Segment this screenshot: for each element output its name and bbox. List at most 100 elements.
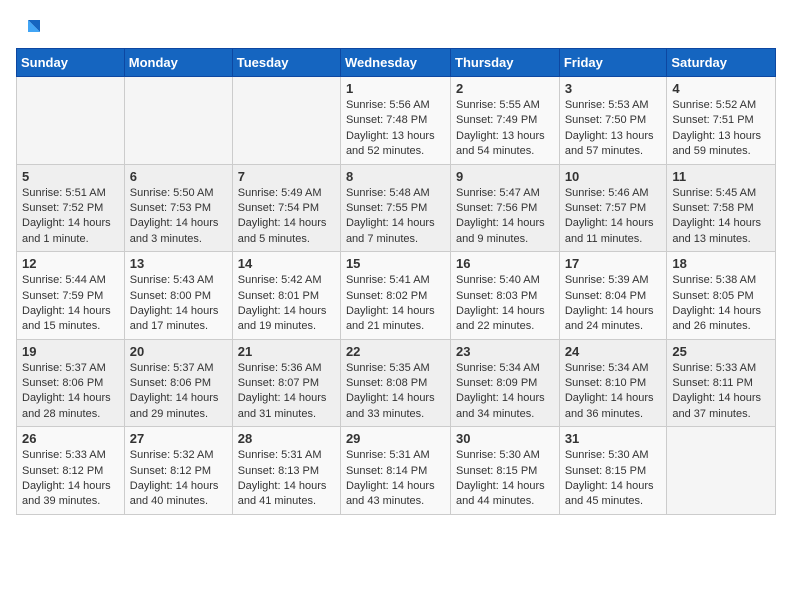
calendar-cell: 24 Sunrise: 5:34 AM Sunset: 8:10 PM Dayli… [559,339,667,427]
column-header-friday: Friday [559,49,667,77]
calendar-cell: 15 Sunrise: 5:41 AM Sunset: 8:02 PM Dayli… [340,252,450,340]
calendar-cell: 28Sunrise: 5:31 AM Sunset: 8:13 PM Dayli… [232,427,340,515]
calendar-cell: 9 Sunrise: 5:47 AM Sunset: 7:56 PM Daylig… [451,164,560,252]
day-number: 21 [238,344,335,359]
day-number: 6 [130,169,227,184]
day-info: Sunrise: 5:46 AM Sunset: 7:57 PM Dayligh… [565,186,662,248]
calendar-cell: 4 Sunrise: 5:52 AM Sunset: 7:51 PM Daylig… [667,77,776,165]
day-number: 18 [672,256,770,271]
calendar-cell: 17Sunrise: 5:39 AM Sunset: 8:04 PM Dayli… [559,252,667,340]
calendar-cell: 3Sunrise: 5:53 AM Sunset: 7:50 PM Daylig… [559,77,667,165]
day-info: Sunrise: 5:34 AM Sunset: 8:10 PM Dayligh… [565,361,662,423]
calendar-week-row: 5 Sunrise: 5:51 AM Sunset: 7:52 PM Daylig… [17,164,776,252]
calendar-cell: 21Sunrise: 5:36 AM Sunset: 8:07 PM Dayli… [232,339,340,427]
day-number: 22 [346,344,445,359]
day-info: Sunrise: 5:37 AM Sunset: 8:06 PM Dayligh… [22,361,119,423]
calendar-cell: 23 Sunrise: 5:34 AM Sunset: 8:09 PM Dayli… [451,339,560,427]
calendar-table: SundayMondayTuesdayWednesdayThursdayFrid… [16,48,776,515]
calendar-week-row: 19 Sunrise: 5:37 AM Sunset: 8:06 PM Dayli… [17,339,776,427]
calendar-cell: 8 Sunrise: 5:48 AM Sunset: 7:55 PM Daylig… [340,164,450,252]
day-info: Sunrise: 5:33 AM Sunset: 8:11 PM Dayligh… [672,361,770,423]
day-number: 26 [22,431,119,446]
calendar-cell: 10Sunrise: 5:46 AM Sunset: 7:57 PM Dayli… [559,164,667,252]
day-info: Sunrise: 5:41 AM Sunset: 8:02 PM Dayligh… [346,273,445,335]
calendar-cell: 30 Sunrise: 5:30 AM Sunset: 8:15 PM Dayli… [451,427,560,515]
day-info: Sunrise: 5:51 AM Sunset: 7:52 PM Dayligh… [22,186,119,248]
column-header-tuesday: Tuesday [232,49,340,77]
day-info: Sunrise: 5:38 AM Sunset: 8:05 PM Dayligh… [672,273,770,335]
day-info: Sunrise: 5:33 AM Sunset: 8:12 PM Dayligh… [22,448,119,510]
calendar-cell: 12 Sunrise: 5:44 AM Sunset: 7:59 PM Dayli… [17,252,125,340]
day-number: 13 [130,256,227,271]
calendar-cell: 25 Sunrise: 5:33 AM Sunset: 8:11 PM Dayli… [667,339,776,427]
day-number: 30 [456,431,554,446]
day-number: 1 [346,81,445,96]
calendar-cell: 5 Sunrise: 5:51 AM Sunset: 7:52 PM Daylig… [17,164,125,252]
day-info: Sunrise: 5:48 AM Sunset: 7:55 PM Dayligh… [346,186,445,248]
day-info: Sunrise: 5:37 AM Sunset: 8:06 PM Dayligh… [130,361,227,423]
day-info: Sunrise: 5:30 AM Sunset: 8:15 PM Dayligh… [565,448,662,510]
day-info: Sunrise: 5:39 AM Sunset: 8:04 PM Dayligh… [565,273,662,335]
day-number: 29 [346,431,445,446]
day-info: Sunrise: 5:34 AM Sunset: 8:09 PM Dayligh… [456,361,554,423]
day-number: 2 [456,81,554,96]
day-info: Sunrise: 5:42 AM Sunset: 8:01 PM Dayligh… [238,273,335,335]
page-header [16,16,776,40]
day-info: Sunrise: 5:49 AM Sunset: 7:54 PM Dayligh… [238,186,335,248]
calendar-cell [17,77,125,165]
column-header-thursday: Thursday [451,49,560,77]
calendar-cell [667,427,776,515]
day-number: 15 [346,256,445,271]
calendar-cell: 14 Sunrise: 5:42 AM Sunset: 8:01 PM Dayli… [232,252,340,340]
day-number: 12 [22,256,119,271]
day-info: Sunrise: 5:40 AM Sunset: 8:03 PM Dayligh… [456,273,554,335]
day-info: Sunrise: 5:31 AM Sunset: 8:14 PM Dayligh… [346,448,445,510]
calendar-week-row: 12 Sunrise: 5:44 AM Sunset: 7:59 PM Dayli… [17,252,776,340]
column-header-wednesday: Wednesday [340,49,450,77]
logo-icon [20,16,44,40]
day-info: Sunrise: 5:32 AM Sunset: 8:12 PM Dayligh… [130,448,227,510]
calendar-cell: 26 Sunrise: 5:33 AM Sunset: 8:12 PM Dayli… [17,427,125,515]
day-number: 23 [456,344,554,359]
day-number: 28 [238,431,335,446]
calendar-cell: 6 Sunrise: 5:50 AM Sunset: 7:53 PM Daylig… [124,164,232,252]
calendar-cell: 18 Sunrise: 5:38 AM Sunset: 8:05 PM Dayli… [667,252,776,340]
day-number: 24 [565,344,662,359]
day-number: 4 [672,81,770,96]
day-info: Sunrise: 5:50 AM Sunset: 7:53 PM Dayligh… [130,186,227,248]
calendar-cell: 1 Sunrise: 5:56 AM Sunset: 7:48 PM Daylig… [340,77,450,165]
calendar-cell: 11Sunrise: 5:45 AM Sunset: 7:58 PM Dayli… [667,164,776,252]
calendar-cell: 2 Sunrise: 5:55 AM Sunset: 7:49 PM Daylig… [451,77,560,165]
day-info: Sunrise: 5:53 AM Sunset: 7:50 PM Dayligh… [565,98,662,160]
day-number: 14 [238,256,335,271]
day-info: Sunrise: 5:52 AM Sunset: 7:51 PM Dayligh… [672,98,770,160]
day-info: Sunrise: 5:55 AM Sunset: 7:49 PM Dayligh… [456,98,554,160]
calendar-cell: 27 Sunrise: 5:32 AM Sunset: 8:12 PM Dayli… [124,427,232,515]
day-number: 8 [346,169,445,184]
calendar-week-row: 26 Sunrise: 5:33 AM Sunset: 8:12 PM Dayli… [17,427,776,515]
day-number: 27 [130,431,227,446]
day-info: Sunrise: 5:47 AM Sunset: 7:56 PM Dayligh… [456,186,554,248]
day-number: 19 [22,344,119,359]
day-number: 25 [672,344,770,359]
calendar-cell: 13 Sunrise: 5:43 AM Sunset: 8:00 PM Dayli… [124,252,232,340]
calendar-cell [232,77,340,165]
day-number: 20 [130,344,227,359]
day-info: Sunrise: 5:35 AM Sunset: 8:08 PM Dayligh… [346,361,445,423]
day-number: 5 [22,169,119,184]
calendar-cell: 20 Sunrise: 5:37 AM Sunset: 8:06 PM Dayli… [124,339,232,427]
day-number: 11 [672,169,770,184]
calendar-cell: 19 Sunrise: 5:37 AM Sunset: 8:06 PM Dayli… [17,339,125,427]
logo [16,16,44,40]
day-info: Sunrise: 5:56 AM Sunset: 7:48 PM Dayligh… [346,98,445,160]
day-number: 16 [456,256,554,271]
calendar-cell [124,77,232,165]
calendar-cell: 22 Sunrise: 5:35 AM Sunset: 8:08 PM Dayli… [340,339,450,427]
day-info: Sunrise: 5:43 AM Sunset: 8:00 PM Dayligh… [130,273,227,335]
day-info: Sunrise: 5:30 AM Sunset: 8:15 PM Dayligh… [456,448,554,510]
day-info: Sunrise: 5:44 AM Sunset: 7:59 PM Dayligh… [22,273,119,335]
day-number: 7 [238,169,335,184]
day-number: 9 [456,169,554,184]
column-header-monday: Monday [124,49,232,77]
day-number: 31 [565,431,662,446]
